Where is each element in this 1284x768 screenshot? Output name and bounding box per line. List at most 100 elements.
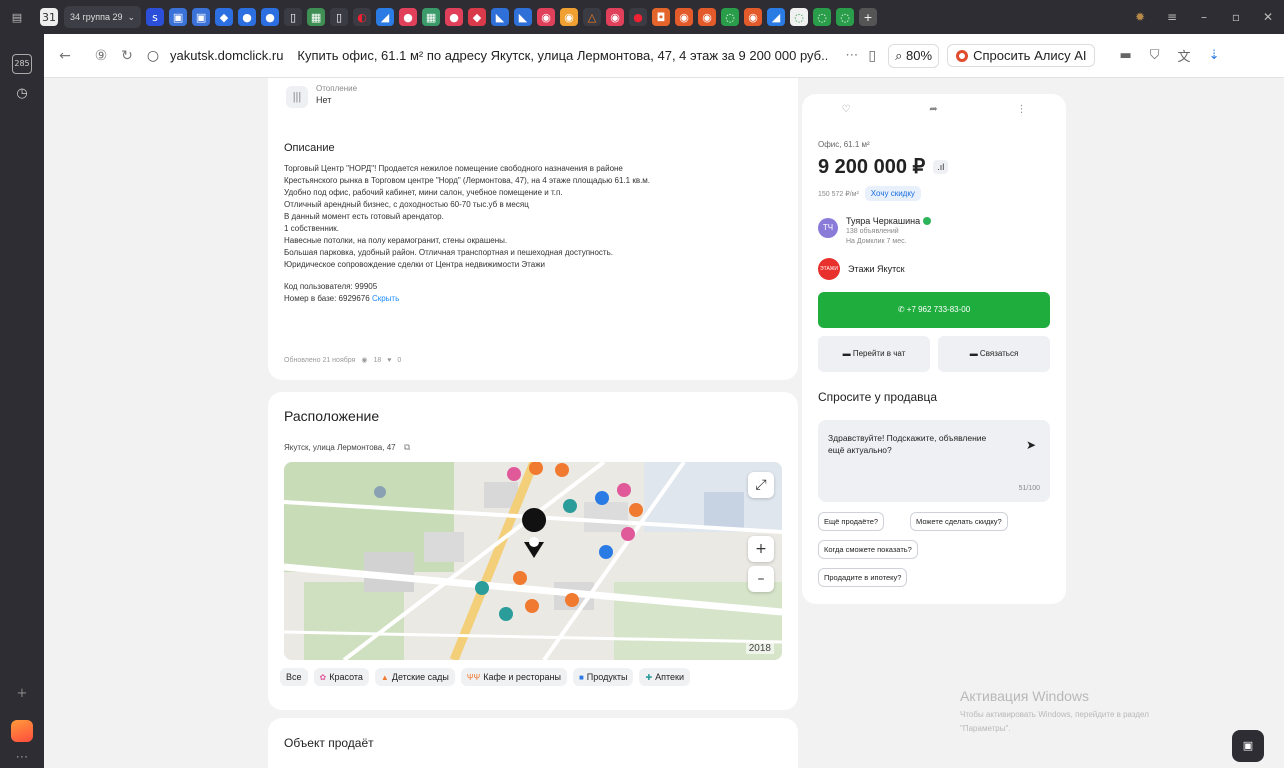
tab-favicon[interactable]: ◢ xyxy=(767,8,786,26)
description-line: Удобно под офис, рабочий кабинет, мини с… xyxy=(284,188,563,197)
tab-favicon[interactable]: △ xyxy=(583,8,602,26)
share-icon[interactable]: ➦ xyxy=(929,104,937,115)
new-tab-icon[interactable]: + xyxy=(859,8,878,26)
quick-question[interactable]: Можете сделать скидку? xyxy=(910,512,1008,531)
tab-favicon[interactable]: ▦ xyxy=(422,8,441,26)
tab-favicon[interactable]: ● xyxy=(445,8,464,26)
copy-icon[interactable]: ⧉ xyxy=(404,442,410,452)
tab-favicon[interactable]: s xyxy=(146,8,165,26)
browser-profile-icon[interactable]: 31 xyxy=(40,8,58,26)
tab-favicon[interactable]: ▯ xyxy=(330,8,349,26)
url-page-title[interactable]: Купить офис, 61.1 м² по адресу Якутск, у… xyxy=(297,48,827,63)
filter-pharmacies[interactable]: ✚ Аптеки xyxy=(639,668,691,686)
tab-favicon[interactable]: ◉ xyxy=(606,8,625,26)
tab-favicon[interactable]: ● xyxy=(238,8,257,26)
extension-icon[interactable]: ✹ xyxy=(1124,10,1156,24)
hide-link[interactable]: Скрыть xyxy=(372,294,399,303)
tab-favicon[interactable]: ◣ xyxy=(491,8,510,26)
tab-favicon[interactable]: ● xyxy=(261,8,280,26)
tab-favicon[interactable]: ◆ xyxy=(468,8,487,26)
tab-favicon[interactable]: ▣ xyxy=(169,8,188,26)
price-chart-icon[interactable]: .ıl xyxy=(933,159,949,174)
zoom-out-button[interactable]: – xyxy=(748,566,774,592)
filter-label: Все xyxy=(286,672,302,682)
shield-icon[interactable]: ⛉ xyxy=(1150,48,1160,63)
avatar[interactable]: ТЧ xyxy=(818,218,838,238)
history-icon[interactable]: ◷ xyxy=(12,86,32,106)
tab-favicon[interactable]: ◉ xyxy=(560,8,579,26)
zoom-indicator[interactable]: ⌕ 80% xyxy=(888,43,940,68)
bookmark-icon[interactable]: ▯ xyxy=(868,48,876,64)
restore-icon[interactable]: ▫ xyxy=(1220,10,1252,24)
filter-cafes[interactable]: ΨΨ Кафе и рестораны xyxy=(460,668,567,686)
tab-manager-icon[interactable]: ▤ xyxy=(8,8,26,26)
tab-favicon[interactable]: ● xyxy=(629,8,648,26)
quick-question[interactable]: Когда сможете показать? xyxy=(818,540,918,559)
map-year: 2018 xyxy=(745,643,774,654)
tab-favicon[interactable]: ◢ xyxy=(376,8,395,26)
tab-favicon[interactable]: ◣ xyxy=(514,8,533,26)
discount-button[interactable]: Хочу скидку xyxy=(864,186,921,201)
tab-group[interactable]: 34 группа 29 ⌄ xyxy=(64,6,142,28)
tab-favicon[interactable]: ◉ xyxy=(675,8,694,26)
tab-favicon[interactable]: ◌ xyxy=(836,8,855,26)
tab-favicon[interactable]: ◌ xyxy=(813,8,832,26)
close-icon[interactable]: ✕ xyxy=(1252,10,1284,24)
translate-icon[interactable]: 文 xyxy=(1178,46,1191,65)
message-text[interactable]: Здравствуйте! Подскажите, объявление ещё… xyxy=(828,432,998,456)
tab-favicon[interactable]: ◉ xyxy=(537,8,556,26)
tab-favicon[interactable]: ◘ xyxy=(652,8,671,26)
chat-widget-button[interactable]: ▣ xyxy=(1232,730,1264,762)
tab-favicon[interactable]: ◉ xyxy=(698,8,717,26)
address-text: Якутск, улица Лермонтова, 47 xyxy=(284,443,396,452)
calendar-icon[interactable]: 285 xyxy=(12,54,32,74)
heart-icon[interactable]: ♡ xyxy=(841,104,850,115)
fullscreen-icon[interactable]: ⤢ xyxy=(748,472,774,498)
price-value: 9 200 000 ₽ xyxy=(818,156,926,178)
tab-favicon[interactable]: ● xyxy=(399,8,418,26)
filter-groceries[interactable]: ■ Продукты xyxy=(572,668,634,686)
reload-icon[interactable]: ↻ xyxy=(114,48,140,64)
ask-alice-button[interactable]: Спросить Алису AI xyxy=(947,44,1096,67)
add-panel-icon[interactable]: + xyxy=(12,686,32,706)
tab-favicon[interactable]: ▣ xyxy=(192,8,211,26)
quick-question[interactable]: Продадите в ипотеку? xyxy=(818,568,908,587)
agent-name[interactable]: Туяра Черкашина xyxy=(846,216,932,226)
location-card: Расположение Якутск, улица Лермонтова, 4… xyxy=(268,392,798,710)
menu-icon[interactable]: ≡ xyxy=(1156,10,1188,24)
more-icon[interactable]: ⋮ xyxy=(1017,104,1027,115)
yandex-icon[interactable]: ⑨ xyxy=(88,48,114,64)
download-icon[interactable]: ⇣ xyxy=(1209,48,1220,63)
chat-button[interactable]: ▬ Перейти в чат xyxy=(818,336,930,372)
quick-question[interactable]: Ещё продаёте? xyxy=(818,512,885,531)
more-icon[interactable]: ⋯ xyxy=(845,48,858,63)
security-icon[interactable]: ○ xyxy=(140,48,166,64)
extension-icon[interactable]: ▬ xyxy=(1119,48,1131,63)
url-domain[interactable]: yakutsk.domclick.ru xyxy=(170,48,283,63)
tab-favicon-active[interactable]: ◌ xyxy=(790,8,809,26)
tab-favicon[interactable]: ◌ xyxy=(721,8,740,26)
tab-favicon[interactable]: ◐ xyxy=(353,8,372,26)
tab-favicon[interactable]: ▦ xyxy=(307,8,326,26)
tab-favicon[interactable]: ◆ xyxy=(215,8,234,26)
tab-favicon[interactable]: ◉ xyxy=(744,8,763,26)
office-label: Офис, 61.1 м² xyxy=(818,140,870,149)
minimize-icon[interactable]: – xyxy=(1188,10,1220,24)
agency-name[interactable]: Этажи Якутск xyxy=(848,264,905,274)
window-controls: ✹ ≡ – ▫ ✕ xyxy=(1124,0,1284,34)
zoom-in-button[interactable]: + xyxy=(748,536,774,562)
alice-icon[interactable] xyxy=(11,720,33,742)
back-icon[interactable]: ← xyxy=(52,48,78,64)
send-icon[interactable]: ➤ xyxy=(1026,438,1036,452)
chat-icon: ▬ xyxy=(842,349,851,358)
call-button[interactable]: ✆ +7 962 733-83-00 xyxy=(818,292,1050,328)
message-input[interactable]: Здравствуйте! Подскажите, объявление ещё… xyxy=(818,420,1050,502)
contact-button[interactable]: ▬ Связаться xyxy=(938,336,1050,372)
filter-kindergartens[interactable]: ▲ Детские сады xyxy=(374,668,455,686)
filter-all[interactable]: Все xyxy=(280,668,308,686)
description-line: Отличный арендный бизнес, с доходностью … xyxy=(284,200,529,209)
map[interactable]: ⤢ + – 2018 xyxy=(284,462,782,660)
filter-beauty[interactable]: ✿ Красота xyxy=(313,668,369,686)
more-icon[interactable]: ⋯ xyxy=(12,750,32,768)
tab-favicon[interactable]: ▯ xyxy=(284,8,303,26)
